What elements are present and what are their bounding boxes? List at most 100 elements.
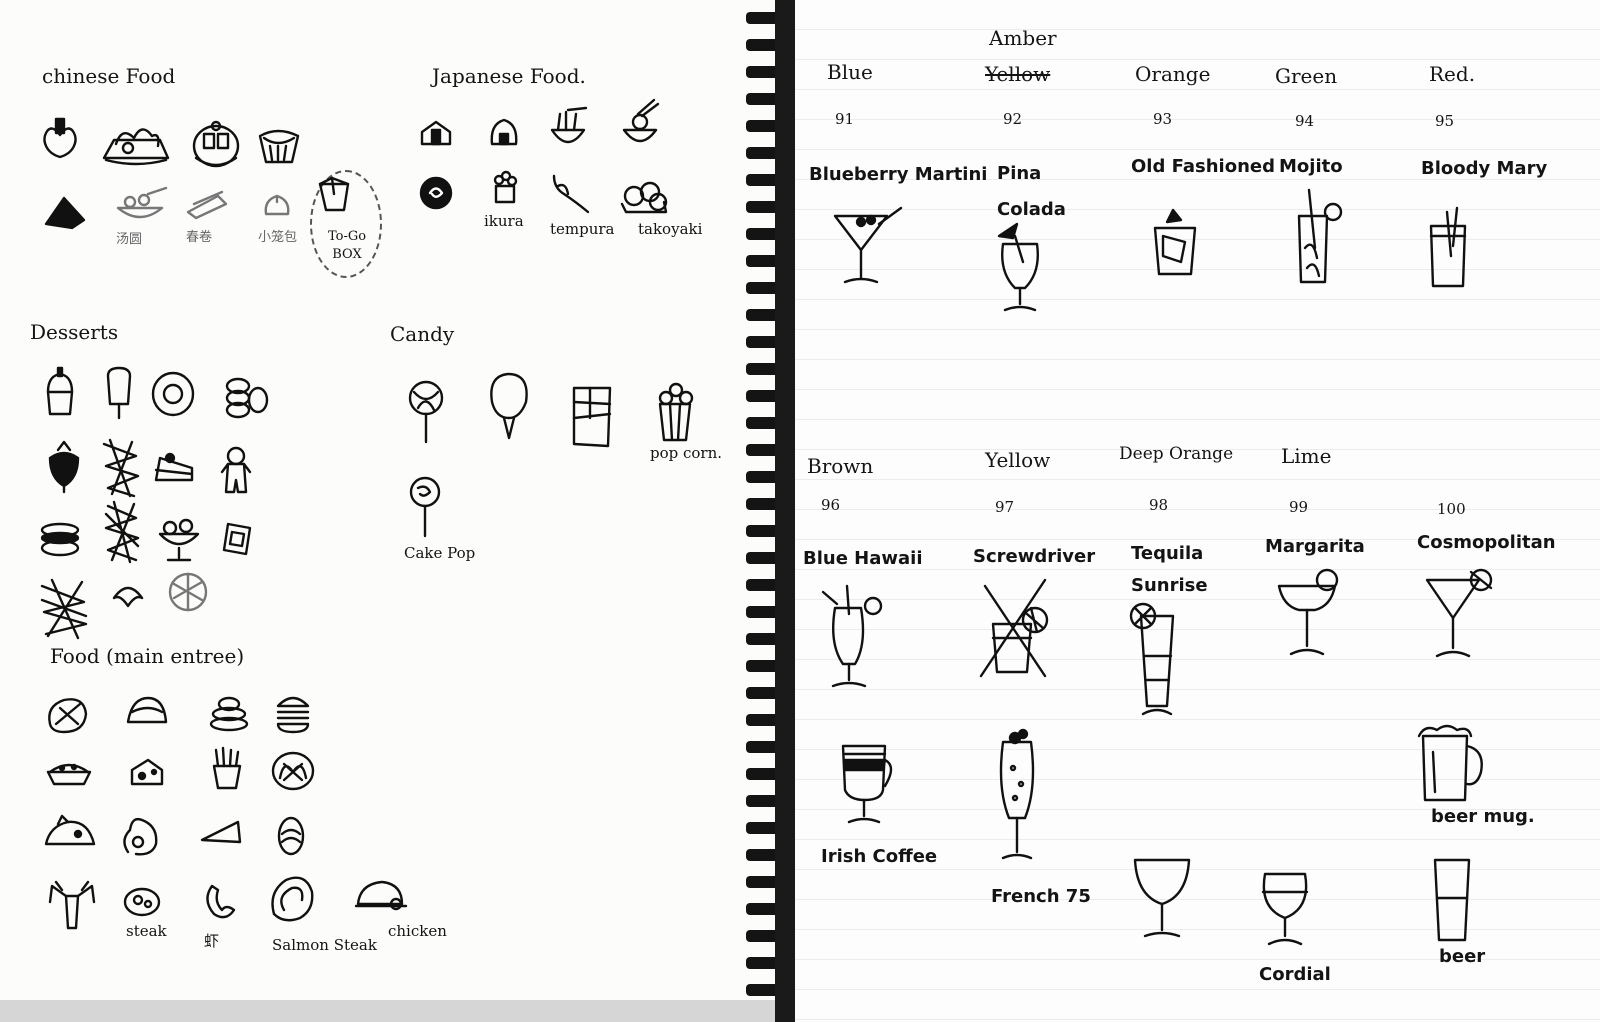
number-92: 92 <box>1003 110 1023 128</box>
bun-icon <box>43 117 77 159</box>
mojito-glass-icon <box>1297 188 1343 284</box>
noodle-bowl-icon <box>622 98 660 143</box>
donut-icon <box>151 371 195 417</box>
salmon-steak-label: Salmon Steak <box>272 936 377 954</box>
number-96: 96 <box>821 496 841 514</box>
drink-tequila-sunrise: Tequila Sunrise <box>1131 543 1208 596</box>
shrimp-icon <box>206 884 236 919</box>
fries-icon <box>212 746 242 790</box>
strawberry-icon <box>48 440 80 494</box>
number-95: 95 <box>1435 112 1455 130</box>
ikura-label: ikura <box>484 212 524 230</box>
xiaolongbao-label: 小笼包 <box>258 230 298 245</box>
dark-chocolate-scribble-icon <box>104 500 140 564</box>
blueberry-martini-glass-icon <box>833 206 903 284</box>
ikura-icon <box>493 170 518 204</box>
chocolate-scribble-icon <box>102 438 140 498</box>
to-go-box-icon <box>318 176 350 212</box>
wine-glass-icon <box>1133 858 1191 938</box>
cake-wedge-icon <box>200 820 242 844</box>
chocolate-bar-icon <box>572 386 612 448</box>
number-91: 91 <box>835 110 855 128</box>
color-green: Green <box>1275 64 1338 88</box>
drink-blue-hawaii: Blue Hawaii <box>803 548 923 569</box>
cake-slice-icon <box>154 452 194 482</box>
sushi-icon <box>420 120 452 146</box>
egg-tart-icon <box>258 129 300 164</box>
drink-pina-colada: Pina Colada <box>997 163 1066 220</box>
takoyaki-label: takoyaki <box>638 220 703 238</box>
popcorn-label: pop corn. <box>650 444 723 462</box>
margarita-glass-icon <box>1277 568 1339 656</box>
color-yellow: Yellow <box>985 448 1051 472</box>
notebook-spread: chinese Food 汤圆 春卷 小笼包 To-Go BOX Japanes… <box>0 0 1600 1022</box>
drink-old-fashioned: Old Fashioned <box>1131 156 1275 177</box>
color-lime: Lime <box>1281 444 1332 468</box>
drink-irish-coffee: Irish Coffee <box>821 846 938 867</box>
tequila-sunrise-glass-icon <box>1129 602 1175 716</box>
beer-glass-icon <box>1433 858 1471 942</box>
cake-pop-icon <box>409 476 441 538</box>
drink-blueberry-martini: Blueberry Martini <box>809 164 988 185</box>
drink-cordial: Cordial <box>1259 964 1331 985</box>
pretzel-icon <box>271 751 315 791</box>
french-75-glass-icon <box>999 728 1035 860</box>
color-orange: Orange <box>1135 62 1211 86</box>
tempura-icon <box>552 174 590 214</box>
screwdriver-glass-icon-crossed <box>979 578 1049 678</box>
chinese-food-heading: chinese Food <box>42 64 176 88</box>
whoopie-pie-icon <box>40 522 80 557</box>
drink-beer: beer <box>1439 946 1486 967</box>
salmon-steak-icon <box>271 876 314 922</box>
japanese-food-heading: Japanese Food. <box>432 64 586 88</box>
right-page: Blue Amber Yellow Orange Green Red. 91 9… <box>795 0 1600 1022</box>
shrimp-label: 虾 <box>204 932 220 950</box>
color-yellow-struck: Yellow <box>985 62 1051 86</box>
color-deep-orange: Deep Orange <box>1119 444 1234 464</box>
number-94: 94 <box>1295 112 1315 130</box>
chicken-label: chicken <box>388 922 447 940</box>
taco-icon <box>126 696 168 724</box>
cheese-wedge-icon <box>130 758 164 786</box>
cotton-candy-icon <box>490 372 528 440</box>
left-page: chinese Food 汤圆 春卷 小笼包 To-Go BOX Japanes… <box>0 0 775 1000</box>
drink-french-75: French 75 <box>991 886 1091 907</box>
color-amber: Amber <box>989 26 1057 50</box>
lobster-icon <box>48 880 96 930</box>
pie-icon <box>46 763 92 786</box>
cake-pop-label: Cake Pop <box>404 544 476 562</box>
number-97: 97 <box>995 498 1015 516</box>
beer-mug-icon <box>1417 724 1483 802</box>
drink-margarita: Margarita <box>1265 536 1365 557</box>
number-98: 98 <box>1149 496 1169 514</box>
sundae-icon <box>158 518 200 562</box>
waffle-icon <box>168 572 208 612</box>
brownie-scribble-icon <box>40 578 88 640</box>
pina-colada-glass-icon <box>997 222 1039 312</box>
steamed-buns-tray-icon <box>102 128 170 166</box>
old-fashioned-glass-icon <box>1153 208 1197 276</box>
candy-heading: Candy <box>390 322 455 346</box>
onigiri-icon <box>490 118 518 146</box>
ramen-bowl-icon <box>550 106 588 144</box>
cosmopolitan-glass-icon <box>1425 568 1493 658</box>
tangyuan-bowl-icon <box>116 186 168 219</box>
hot-dog-icon <box>48 698 88 734</box>
drink-bloody-mary: Bloody Mary <box>1421 158 1548 179</box>
popcorn-icon <box>658 382 694 442</box>
pancake-stack-icon <box>209 696 249 732</box>
baked-fish-icon <box>44 814 96 846</box>
croissant-icon <box>112 586 144 608</box>
color-brown: Brown <box>807 454 874 478</box>
xiaolongbao-icon <box>264 194 290 216</box>
color-blue: Blue <box>827 60 873 84</box>
blue-hawaii-glass-icon <box>821 584 883 688</box>
spring-roll-icon <box>186 190 228 220</box>
color-red: Red. <box>1429 62 1476 86</box>
chocolate-square-icon <box>222 522 252 556</box>
egg-icon <box>277 816 305 856</box>
cordial-glass-icon <box>1261 872 1309 946</box>
steak-icon <box>123 887 161 917</box>
roast-chicken-icon <box>354 880 408 911</box>
bloody-mary-glass-icon <box>1429 206 1467 288</box>
